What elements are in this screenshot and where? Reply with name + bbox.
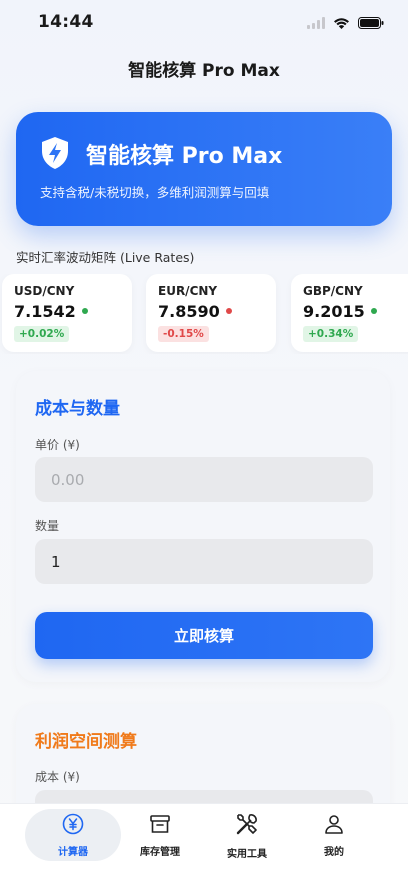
rate-value: 7.1542	[14, 302, 76, 321]
tab-label: 计算器	[58, 846, 88, 858]
tab-label: 我的	[324, 846, 344, 858]
rate-card-gbp[interactable]: GBP/CNY 9.2015 +0.34%	[291, 274, 408, 352]
hero-subtitle: 支持含税/未税切换，多维利润测算与回填	[40, 185, 270, 200]
nav-title: 智能核算 Pro Max	[128, 61, 280, 81]
status-time: 14:44	[38, 12, 94, 32]
tab-profile[interactable]: 我的	[286, 809, 382, 861]
person-icon	[323, 813, 345, 839]
trend-down-dot-icon	[225, 307, 232, 314]
rate-value-row: 9.2015	[303, 302, 377, 321]
unit-price-label: 单价 (¥)	[35, 438, 80, 452]
status-icons	[307, 14, 384, 33]
tools-icon	[234, 811, 260, 841]
rate-value-row: 7.1542	[14, 302, 88, 321]
unit-price-input[interactable]	[35, 457, 373, 502]
rate-pair: EUR/CNY	[158, 284, 218, 298]
rate-change-badge: -0.15%	[158, 326, 209, 342]
cost-section-title: 成本与数量	[35, 399, 120, 419]
trend-up-dot-icon	[81, 307, 88, 314]
tab-tools[interactable]: 实用工具	[199, 809, 295, 861]
rate-value: 7.8590	[158, 302, 220, 321]
profit-section-title: 利润空间测算	[35, 732, 137, 752]
rate-change-badge: +0.34%	[303, 326, 359, 342]
hero-card: 智能核算 Pro Max 支持含税/未税切换，多维利润测算与回填	[16, 112, 392, 226]
signal-icon	[307, 14, 325, 33]
yen-circle-icon	[62, 813, 84, 839]
status-bar: 14:44	[0, 0, 408, 46]
rate-pair: USD/CNY	[14, 284, 75, 298]
profit-cost-label: 成本 (¥)	[35, 770, 80, 784]
cost-section: 成本与数量 单价 (¥) 数量 立即核算	[16, 371, 390, 682]
rates-title: 实时汇率波动矩阵 (Live Rates)	[16, 250, 195, 265]
battery-icon	[358, 14, 384, 33]
tab-label: 实用工具	[227, 848, 267, 860]
rate-card-eur[interactable]: EUR/CNY 7.8590 -0.15%	[146, 274, 276, 352]
tab-label: 库存管理	[140, 846, 180, 858]
rate-change-badge: +0.02%	[14, 326, 70, 342]
tab-bar: 计算器 库存管理 实用工具 我的	[0, 803, 408, 883]
rate-value-row: 7.8590	[158, 302, 232, 321]
wifi-icon	[333, 14, 350, 33]
rate-card-usd[interactable]: USD/CNY 7.1542 +0.02%	[2, 274, 132, 352]
archive-box-icon	[149, 813, 171, 839]
shield-bolt-icon	[40, 136, 70, 170]
trend-up-dot-icon	[370, 307, 377, 314]
tab-calculator[interactable]: 计算器	[25, 809, 121, 861]
quantity-input[interactable]	[35, 539, 373, 584]
hero-title: 智能核算 Pro Max	[86, 144, 283, 169]
calculate-button[interactable]: 立即核算	[35, 612, 373, 659]
rate-pair: GBP/CNY	[303, 284, 363, 298]
rate-value: 9.2015	[303, 302, 365, 321]
rates-row[interactable]: USD/CNY 7.1542 +0.02% EUR/CNY 7.8590 -0.…	[0, 274, 408, 354]
tab-inventory[interactable]: 库存管理	[112, 809, 208, 861]
quantity-label: 数量	[35, 519, 60, 533]
